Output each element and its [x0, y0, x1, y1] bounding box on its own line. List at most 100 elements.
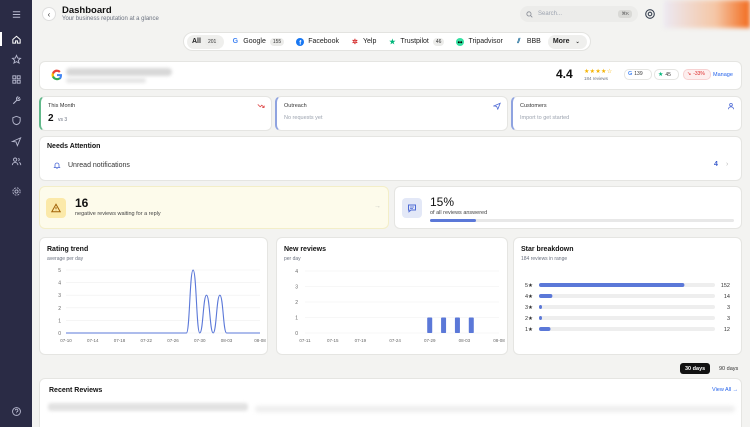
- shield-icon[interactable]: [9, 113, 23, 127]
- rating-stars: ★★★★☆: [584, 69, 613, 75]
- page-title: Dashboard: [62, 5, 112, 16]
- y-tick-label: 2: [58, 306, 61, 312]
- star-bar-track: [539, 316, 715, 320]
- view-all-link[interactable]: View All →: [712, 387, 738, 393]
- unread-notifications-label: Unread notifications: [68, 161, 130, 169]
- platform-tabs: All 201 G Google 155 f Facebook ✲ Yelp ★ Trust…: [183, 32, 591, 51]
- unread-notifications-count: 4: [714, 161, 718, 168]
- star-row-label: 5★: [525, 282, 533, 289]
- range-30-days-button[interactable]: 30 days: [680, 363, 711, 374]
- star-icon[interactable]: [9, 52, 23, 66]
- search-input[interactable]: Search... ⌘K: [520, 6, 638, 22]
- x-tick-label: 07-29: [424, 338, 436, 343]
- warning-icon: [46, 198, 66, 218]
- y-tick-label: 2: [295, 300, 298, 306]
- new-reviews-bar: [427, 317, 433, 333]
- unread-notifications-row[interactable]: Unread notifications: [53, 161, 130, 169]
- negative-reviews-text: negative reviews waiting for a reply: [75, 211, 161, 217]
- bell-icon: [53, 162, 61, 169]
- home-icon[interactable]: [9, 32, 23, 46]
- tripadvisor-icon: [456, 37, 465, 46]
- yelp-icon: ✲: [352, 38, 358, 46]
- star-bar-track: [539, 305, 715, 309]
- negative-reviews-card[interactable]: 16 negative reviews waiting for a reply …: [39, 186, 389, 229]
- star-bar-track: [539, 294, 715, 298]
- y-tick-label: 1: [295, 316, 298, 322]
- star-bar: [539, 283, 685, 287]
- avatar[interactable]: [664, 0, 750, 28]
- star-bar: [539, 327, 551, 331]
- y-tick-label: 0: [58, 331, 61, 337]
- trustpilot-icon: ★: [658, 72, 664, 78]
- main-content: ‹ Dashboard Your business reputation at …: [32, 0, 750, 427]
- tab-all[interactable]: All 201: [187, 34, 225, 49]
- arrow-right-icon: →: [374, 203, 381, 210]
- x-tick-label: 07-14: [87, 338, 99, 343]
- rating-trend-chart: 0 1 2 3 4 5 07-10 07-14 07-18 07-22 07-26 07-30 08-0…: [58, 268, 266, 343]
- star-breakdown-chart: 5★ 152 4★ 14 3★ 3 2★ 3 1★ 12: [525, 282, 730, 333]
- trend-down-icon: ↘: [687, 71, 692, 77]
- search-icon: [526, 10, 533, 18]
- tab-facebook[interactable]: f Facebook: [291, 35, 344, 49]
- chevron-right-icon[interactable]: ›: [726, 161, 728, 168]
- chevron-down-icon: ⌄: [575, 38, 580, 45]
- this-month-compare: vs 3: [58, 117, 68, 123]
- outreach-card[interactable]: Outreach No requests yet: [275, 96, 508, 131]
- rating-trend-line: [65, 269, 260, 334]
- users-icon[interactable]: [9, 154, 23, 168]
- review-item-redacted: [48, 403, 248, 411]
- wrench-icon[interactable]: [9, 93, 23, 107]
- trend-down-icon: [257, 104, 265, 109]
- x-tick-label: 07-18: [114, 338, 126, 343]
- outreach-text: No requests yet: [284, 115, 323, 121]
- google-icon: G: [628, 71, 633, 77]
- tab-trustpilot[interactable]: ★ Trustpilot 46: [383, 35, 449, 49]
- y-tick-label: 5: [58, 268, 61, 274]
- trustpilot-count: ★ 45: [658, 71, 671, 79]
- x-tick-label: 07-15: [327, 338, 339, 343]
- new-reviews-bar: [441, 317, 447, 333]
- menu-icon[interactable]: [9, 7, 23, 21]
- x-tick-label: 08-03: [221, 338, 233, 343]
- business-name-redacted: [66, 68, 172, 76]
- star-row-label: 3★: [525, 304, 533, 311]
- x-tick-label: 08-03: [459, 338, 471, 343]
- y-tick-label: 4: [58, 281, 61, 287]
- manage-link[interactable]: Manage: [713, 72, 733, 78]
- sidebar-active-indicator: [0, 32, 2, 46]
- y-tick-label: 4: [295, 269, 298, 275]
- x-tick-label: 07-10: [60, 338, 72, 343]
- tab-bbb[interactable]: ⫽ BBB: [510, 35, 546, 49]
- customers-label: Customers: [520, 103, 547, 109]
- range-90-days-button[interactable]: 90 days: [714, 363, 743, 374]
- help-icon[interactable]: [9, 404, 23, 418]
- new-reviews-bar: [468, 317, 474, 333]
- google-icon: G: [232, 38, 239, 45]
- gear-icon[interactable]: [644, 8, 656, 20]
- y-tick-label: 1: [58, 318, 61, 324]
- y-tick-label: 3: [295, 285, 298, 291]
- grid-icon[interactable]: [9, 72, 23, 86]
- recent-reviews-title: Recent Reviews: [49, 387, 103, 394]
- settings-icon[interactable]: [9, 184, 23, 198]
- customers-card[interactable]: Customers Import to get started: [511, 96, 742, 131]
- tab-tripadvisor[interactable]: Tripadvisor: [451, 35, 507, 49]
- send-icon: [493, 102, 501, 110]
- this-month-card[interactable]: This Month 2 vs 3: [39, 96, 272, 131]
- answered-reviews-card: 15% of all reviews answered: [394, 186, 742, 229]
- star-bar: [539, 294, 553, 298]
- send-icon[interactable]: [9, 134, 23, 148]
- tab-yelp[interactable]: ✲ Yelp: [346, 35, 381, 49]
- rating-change: ↘ -33%: [687, 71, 705, 77]
- star-breakdown-card: Star breakdown 184 reviews in range 5★ 15…: [513, 237, 742, 355]
- recent-reviews-card: Recent Reviews View All →: [39, 378, 742, 427]
- chat-icon: [402, 198, 422, 218]
- star-row-label: 1★: [525, 326, 533, 333]
- needs-attention-card: Needs Attention Unread notifications 4 ›: [39, 136, 742, 181]
- tab-more[interactable]: More ⌄: [547, 34, 587, 49]
- customers-text: Import to get started: [520, 115, 570, 121]
- back-button[interactable]: ‹: [42, 7, 56, 21]
- new-reviews-chart: 0 1 2 3 4 07-11 07-15 07-19 07-24 07-29 08-03 08-08: [295, 269, 505, 343]
- tab-google[interactable]: G Google 155: [226, 35, 289, 49]
- bbb-icon: ⫽: [517, 37, 521, 45]
